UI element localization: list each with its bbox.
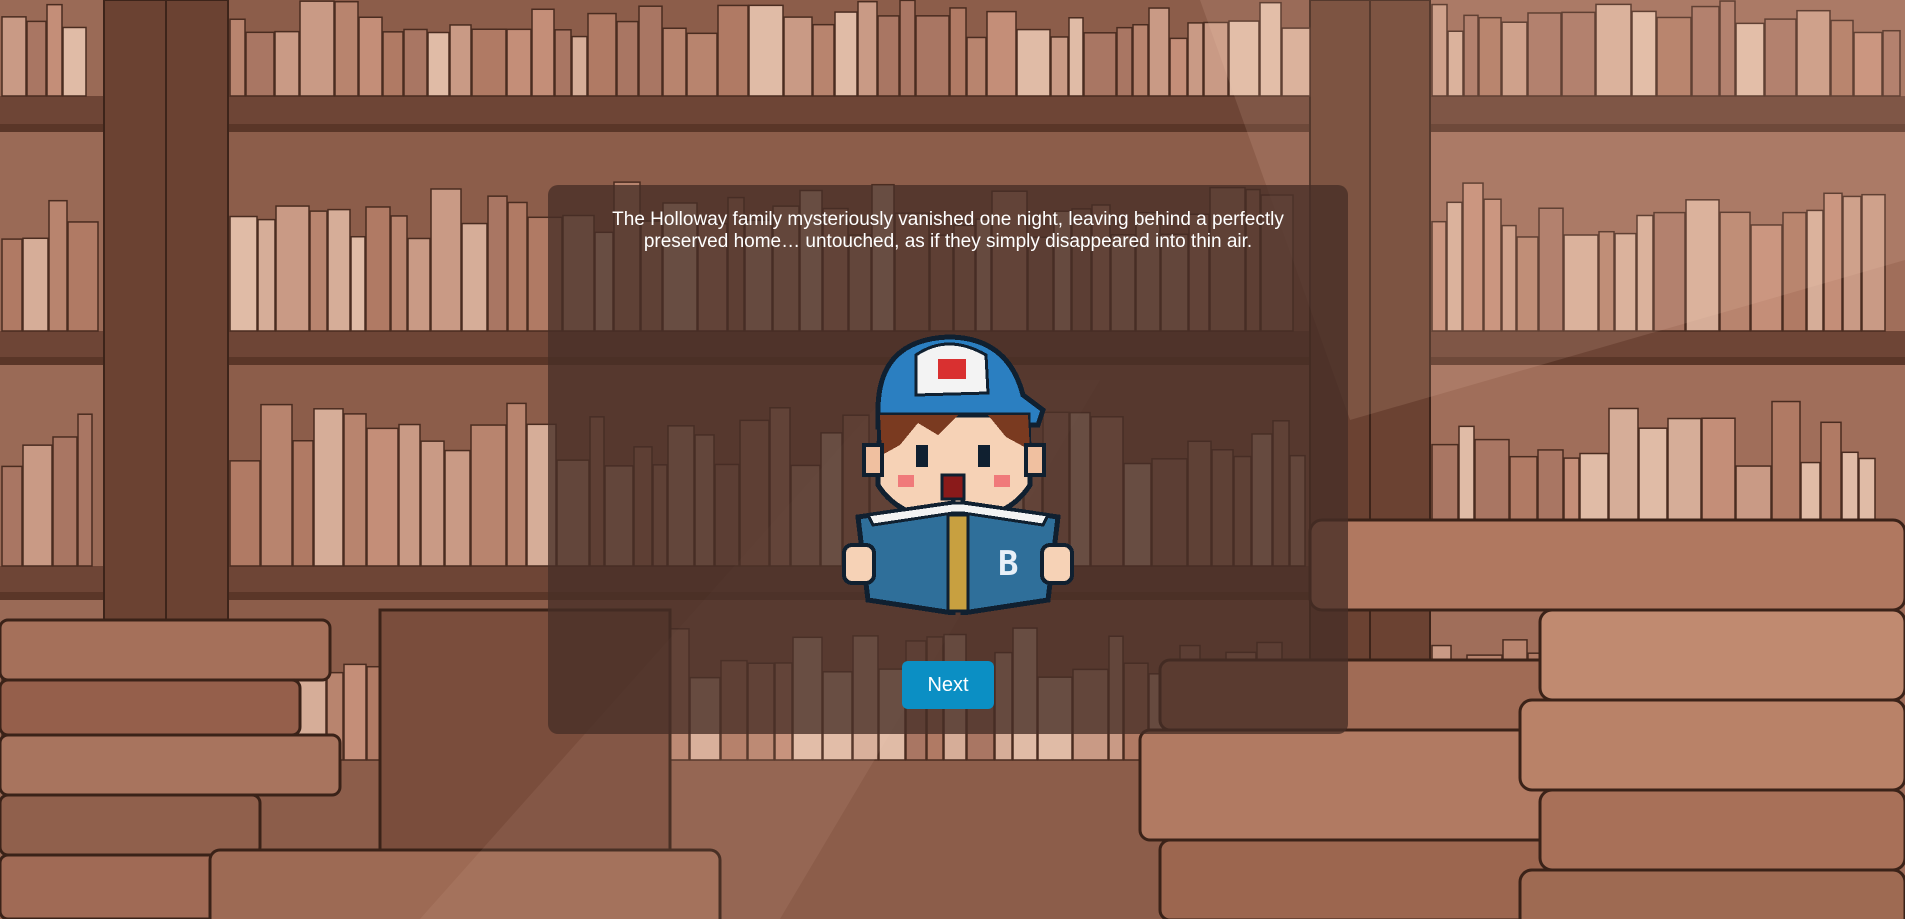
book-spine — [350, 235, 366, 332]
story-dialog: The Holloway family mysteriously vanishe… — [548, 185, 1348, 734]
book-spine — [986, 10, 1017, 97]
book-spine — [343, 413, 367, 567]
book-spine — [783, 16, 813, 97]
book-spine — [260, 403, 293, 567]
book-spine — [662, 27, 687, 97]
book-spine — [390, 215, 408, 332]
book-spine — [834, 11, 858, 97]
book-spine — [717, 4, 749, 97]
book-spine — [67, 221, 99, 332]
book-spine — [1050, 36, 1069, 97]
book-spine — [616, 20, 639, 97]
book-spine — [334, 0, 359, 97]
book-spine — [257, 218, 276, 332]
book-spine — [274, 30, 300, 97]
book-spine — [1148, 7, 1170, 97]
book-spine — [487, 195, 508, 332]
book-spine — [46, 3, 63, 97]
game-scene: The Holloway family mysteriously vanishe… — [0, 0, 1905, 919]
book-spine — [427, 31, 450, 97]
boy-reading-book-icon: B — [842, 334, 1074, 615]
book-spine — [22, 444, 53, 567]
book-spine — [1068, 17, 1084, 97]
book-spine — [229, 215, 258, 332]
book-spine — [877, 15, 900, 97]
book-spine — [966, 36, 987, 97]
book-spine — [430, 188, 462, 332]
book-spine — [365, 206, 391, 332]
book-spine — [812, 23, 835, 97]
book-spine — [587, 12, 617, 97]
svg-text:B: B — [998, 544, 1018, 584]
book-spine — [444, 449, 471, 567]
book-spine — [686, 32, 718, 97]
book-spine — [1169, 37, 1188, 97]
book-spine — [327, 208, 351, 332]
book-spine — [461, 222, 488, 332]
book-spine — [554, 29, 572, 97]
book-spine — [1187, 22, 1204, 97]
book-spine — [449, 24, 472, 97]
book-spine — [1083, 32, 1117, 97]
book-spine — [1016, 28, 1051, 97]
book-spine — [748, 4, 784, 97]
book-spine — [506, 402, 527, 567]
book-spine — [420, 440, 445, 567]
book-spine — [366, 427, 399, 567]
book-spine — [531, 8, 555, 97]
book-spine — [22, 237, 49, 332]
book-spine — [1, 238, 23, 332]
book-spine — [407, 237, 431, 332]
book-spine — [571, 35, 588, 97]
book-spine — [77, 413, 93, 567]
book-spine — [470, 424, 507, 567]
book-spine — [949, 7, 967, 97]
next-button[interactable]: Next — [902, 661, 994, 709]
book-spine — [245, 31, 275, 97]
book-spine — [275, 205, 310, 332]
book-spine — [398, 423, 421, 567]
book-spine — [26, 20, 47, 97]
book-spine — [1116, 26, 1133, 97]
book-spine — [229, 460, 261, 567]
book-spine — [358, 16, 383, 97]
book-spine — [915, 15, 950, 97]
book-spine — [343, 663, 367, 761]
book-spine — [299, 0, 335, 97]
book-spine — [1132, 23, 1149, 97]
book-spine — [638, 5, 663, 97]
book-spine — [899, 0, 916, 97]
book-spine — [48, 199, 68, 332]
book-spine — [471, 28, 507, 97]
book-spine — [292, 440, 314, 567]
book-spine — [62, 26, 87, 97]
book-spine — [309, 210, 328, 332]
story-narration-text: The Holloway family mysteriously vanishe… — [612, 209, 1284, 252]
book-spine — [857, 0, 878, 97]
book-spine — [1, 16, 27, 97]
book-spine — [313, 408, 344, 567]
book-spine — [52, 436, 78, 567]
book-spine — [507, 201, 528, 332]
book-spine — [506, 28, 532, 97]
book-spine — [229, 18, 246, 97]
book-spine — [1, 465, 23, 567]
book-spine — [382, 31, 404, 97]
book-spine — [403, 28, 428, 97]
